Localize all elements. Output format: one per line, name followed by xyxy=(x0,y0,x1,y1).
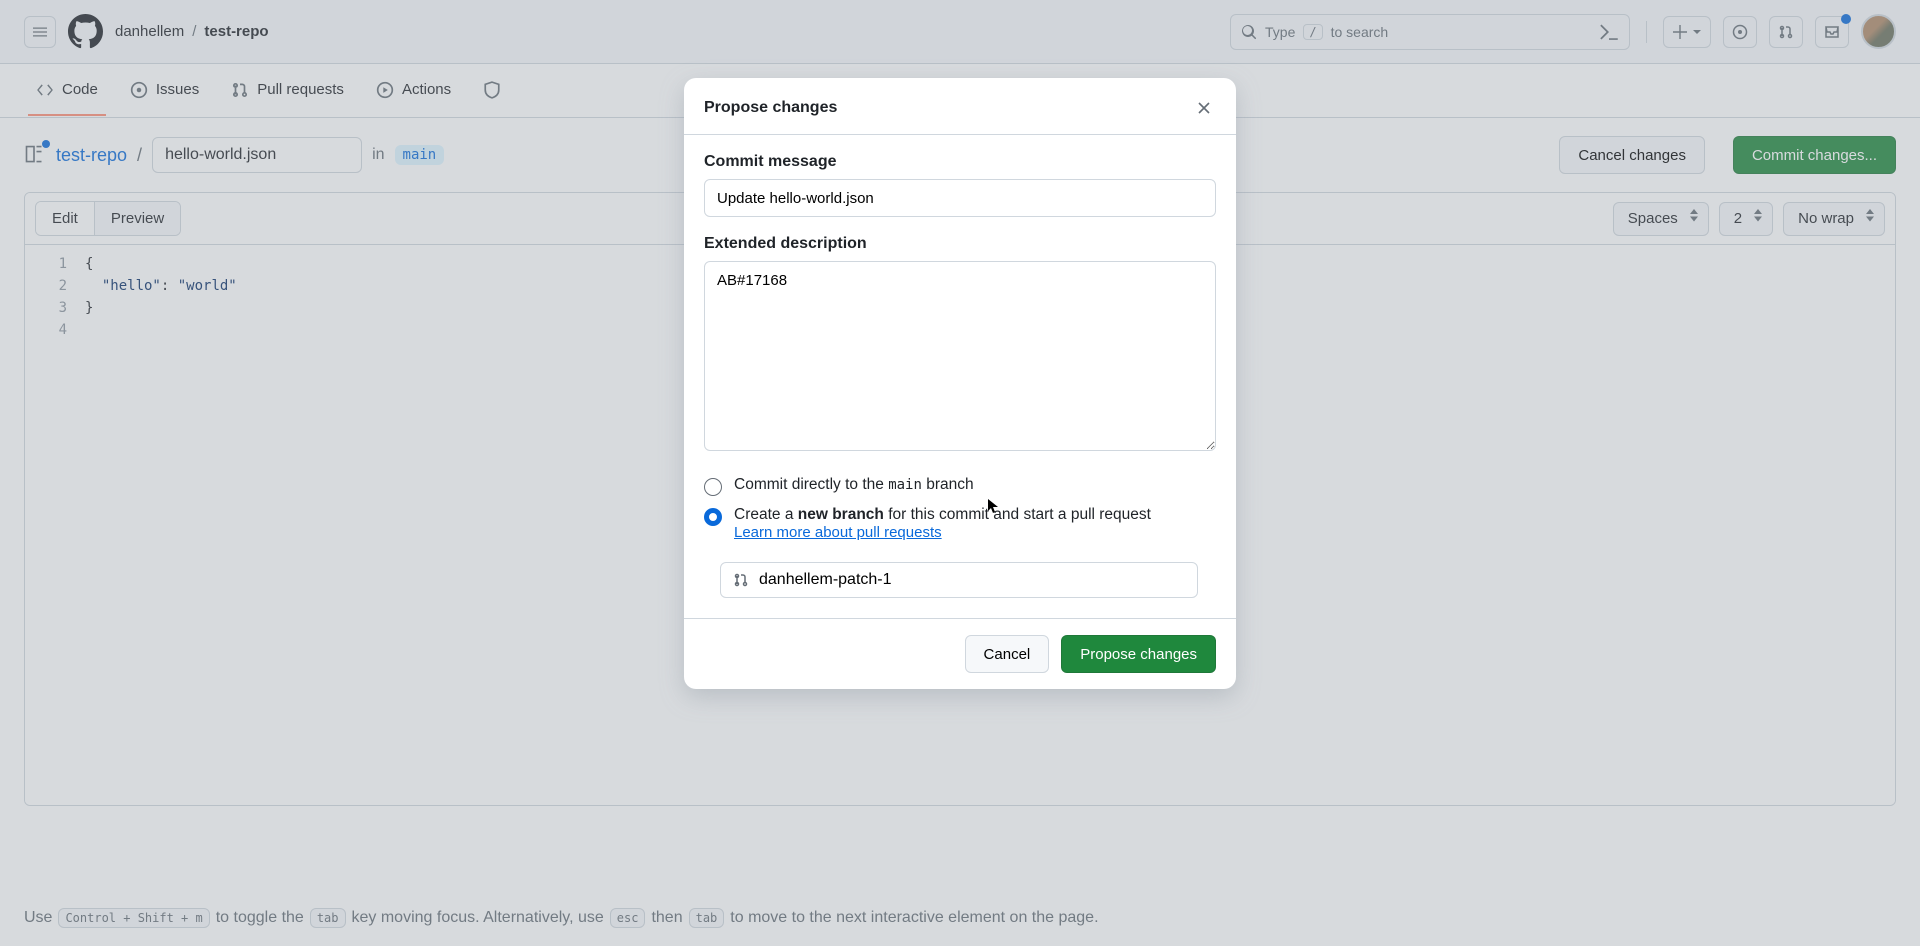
learn-more-link[interactable]: Learn more about pull requests xyxy=(734,524,942,541)
extended-description-input[interactable]: AB#17168 xyxy=(704,261,1216,451)
close-icon xyxy=(1196,100,1212,116)
modal-body: Commit message Extended description AB#1… xyxy=(684,135,1236,618)
close-button[interactable] xyxy=(1192,96,1216,120)
radio-icon-checked xyxy=(704,508,722,526)
branch-name-input[interactable] xyxy=(759,571,1185,589)
branch-name-input-wrap xyxy=(720,562,1198,598)
modal-cancel-button[interactable]: Cancel xyxy=(965,635,1050,673)
git-pull-request-icon xyxy=(733,572,749,588)
modal-footer: Cancel Propose changes xyxy=(684,618,1236,689)
radio-new-branch[interactable]: Create a new branch for this commit and … xyxy=(704,506,1216,542)
radio-icon xyxy=(704,478,722,496)
commit-message-label: Commit message xyxy=(704,153,1216,171)
modal-propose-button[interactable]: Propose changes xyxy=(1061,635,1216,673)
commit-message-input[interactable] xyxy=(704,179,1216,217)
commit-target-radio-group: Commit directly to the main branch Creat… xyxy=(704,476,1216,598)
modal-header: Propose changes xyxy=(684,78,1236,135)
modal-title: Propose changes xyxy=(704,99,837,117)
propose-changes-modal: Propose changes Commit message Extended … xyxy=(684,78,1236,689)
extended-description-label: Extended description xyxy=(704,235,1216,253)
modal-overlay[interactable]: Propose changes Commit message Extended … xyxy=(0,0,1920,946)
radio-commit-direct[interactable]: Commit directly to the main branch xyxy=(704,476,1216,496)
